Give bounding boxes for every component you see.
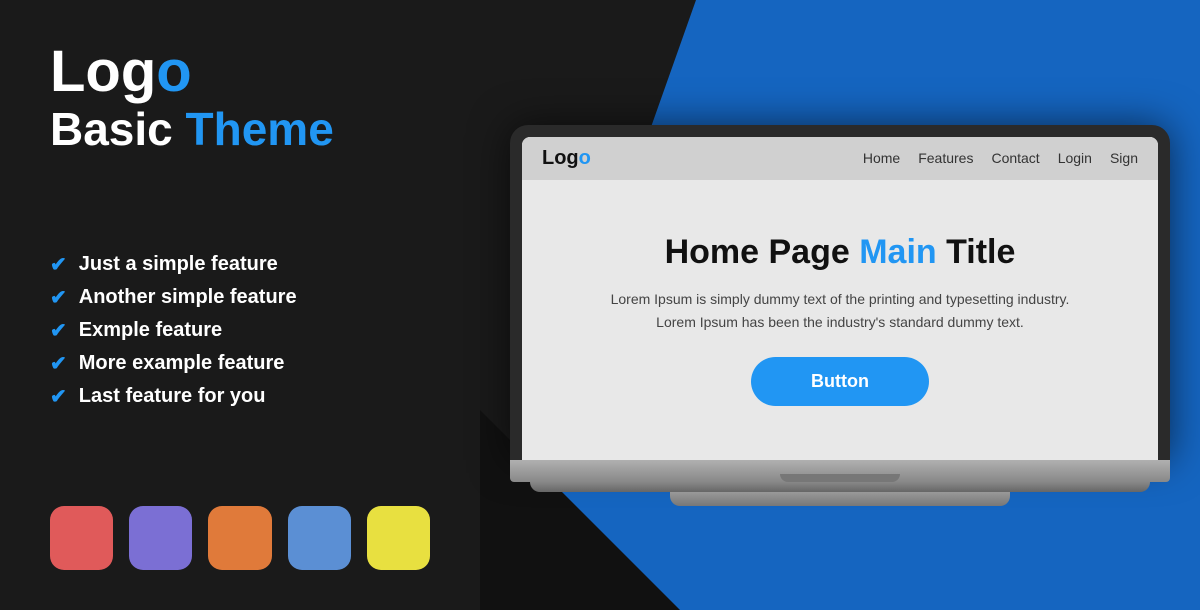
red-swatch[interactable] [50,506,113,570]
check-icon-3: ✔ [50,318,67,343]
laptop-base [510,460,1170,482]
feature-label-1: Just a simple feature [79,253,278,276]
left-panel: Logo Basic Theme ✔ Just a simple feature… [0,0,480,610]
browser-menu: Home Features Contact Login Sign [863,150,1138,166]
feature-label-3: Exmple feature [79,319,222,342]
laptop-stand [670,492,1010,506]
desc-line2: Lorem Ipsum has been the industry's stan… [656,314,1024,330]
color-swatches [50,506,430,570]
page-title-part2: Title [937,233,1016,271]
check-icon-4: ✔ [50,351,67,376]
cta-button[interactable]: Button [751,357,929,406]
browser-content: Home Page Main Title Lorem Ipsum is simp… [522,180,1158,460]
right-panel: Logo Home Features Contact Login Sign Ho… [480,0,1200,610]
feature-item-3: ✔ Exmple feature [50,318,430,343]
nav-login[interactable]: Login [1058,150,1092,166]
yellow-swatch[interactable] [367,506,430,570]
main-subtitle: Basic Theme [50,104,430,155]
page-title-part1: Home Page [665,233,860,271]
laptop-screen-inner: Logo Home Features Contact Login Sign Ho… [522,137,1158,460]
feature-label-4: More example feature [79,352,285,375]
feature-label-2: Another simple feature [79,286,297,309]
laptop-mockup: Logo Home Features Contact Login Sign Ho… [510,125,1170,506]
features-list: ✔ Just a simple feature ✔ Another simple… [50,164,430,496]
laptop-foot [530,482,1150,492]
feature-item-2: ✔ Another simple feature [50,285,430,310]
check-icon-2: ✔ [50,285,67,310]
check-icon-1: ✔ [50,252,67,277]
subtitle-theme: Theme [186,103,334,155]
orange-swatch[interactable] [208,506,271,570]
nav-contact[interactable]: Contact [991,150,1039,166]
nav-features[interactable]: Features [918,150,973,166]
desc-line1: Lorem Ipsum is simply dummy text of the … [611,291,1070,307]
feature-item-4: ✔ More example feature [50,351,430,376]
nav-sign[interactable]: Sign [1110,150,1138,166]
laptop-screen-outer: Logo Home Features Contact Login Sign Ho… [510,125,1170,460]
page-title-main: Main [859,233,936,271]
main-logo: Logo [50,40,430,104]
browser-navbar: Logo Home Features Contact Login Sign [522,137,1158,180]
browser-logo: Logo [542,147,591,170]
logo-o: o [156,39,191,104]
page-title: Home Page Main Title [665,233,1016,272]
check-icon-5: ✔ [50,384,67,409]
browser-logo-o: o [579,147,591,169]
purple-swatch[interactable] [129,506,192,570]
subtitle-basic: Basic [50,103,186,155]
logo-section: Logo Basic Theme [50,40,430,154]
feature-item-1: ✔ Just a simple feature [50,252,430,277]
feature-item-5: ✔ Last feature for you [50,384,430,409]
feature-label-5: Last feature for you [79,385,266,408]
blue-swatch[interactable] [288,506,351,570]
nav-home[interactable]: Home [863,150,900,166]
page-description: Lorem Ipsum is simply dummy text of the … [611,288,1070,333]
